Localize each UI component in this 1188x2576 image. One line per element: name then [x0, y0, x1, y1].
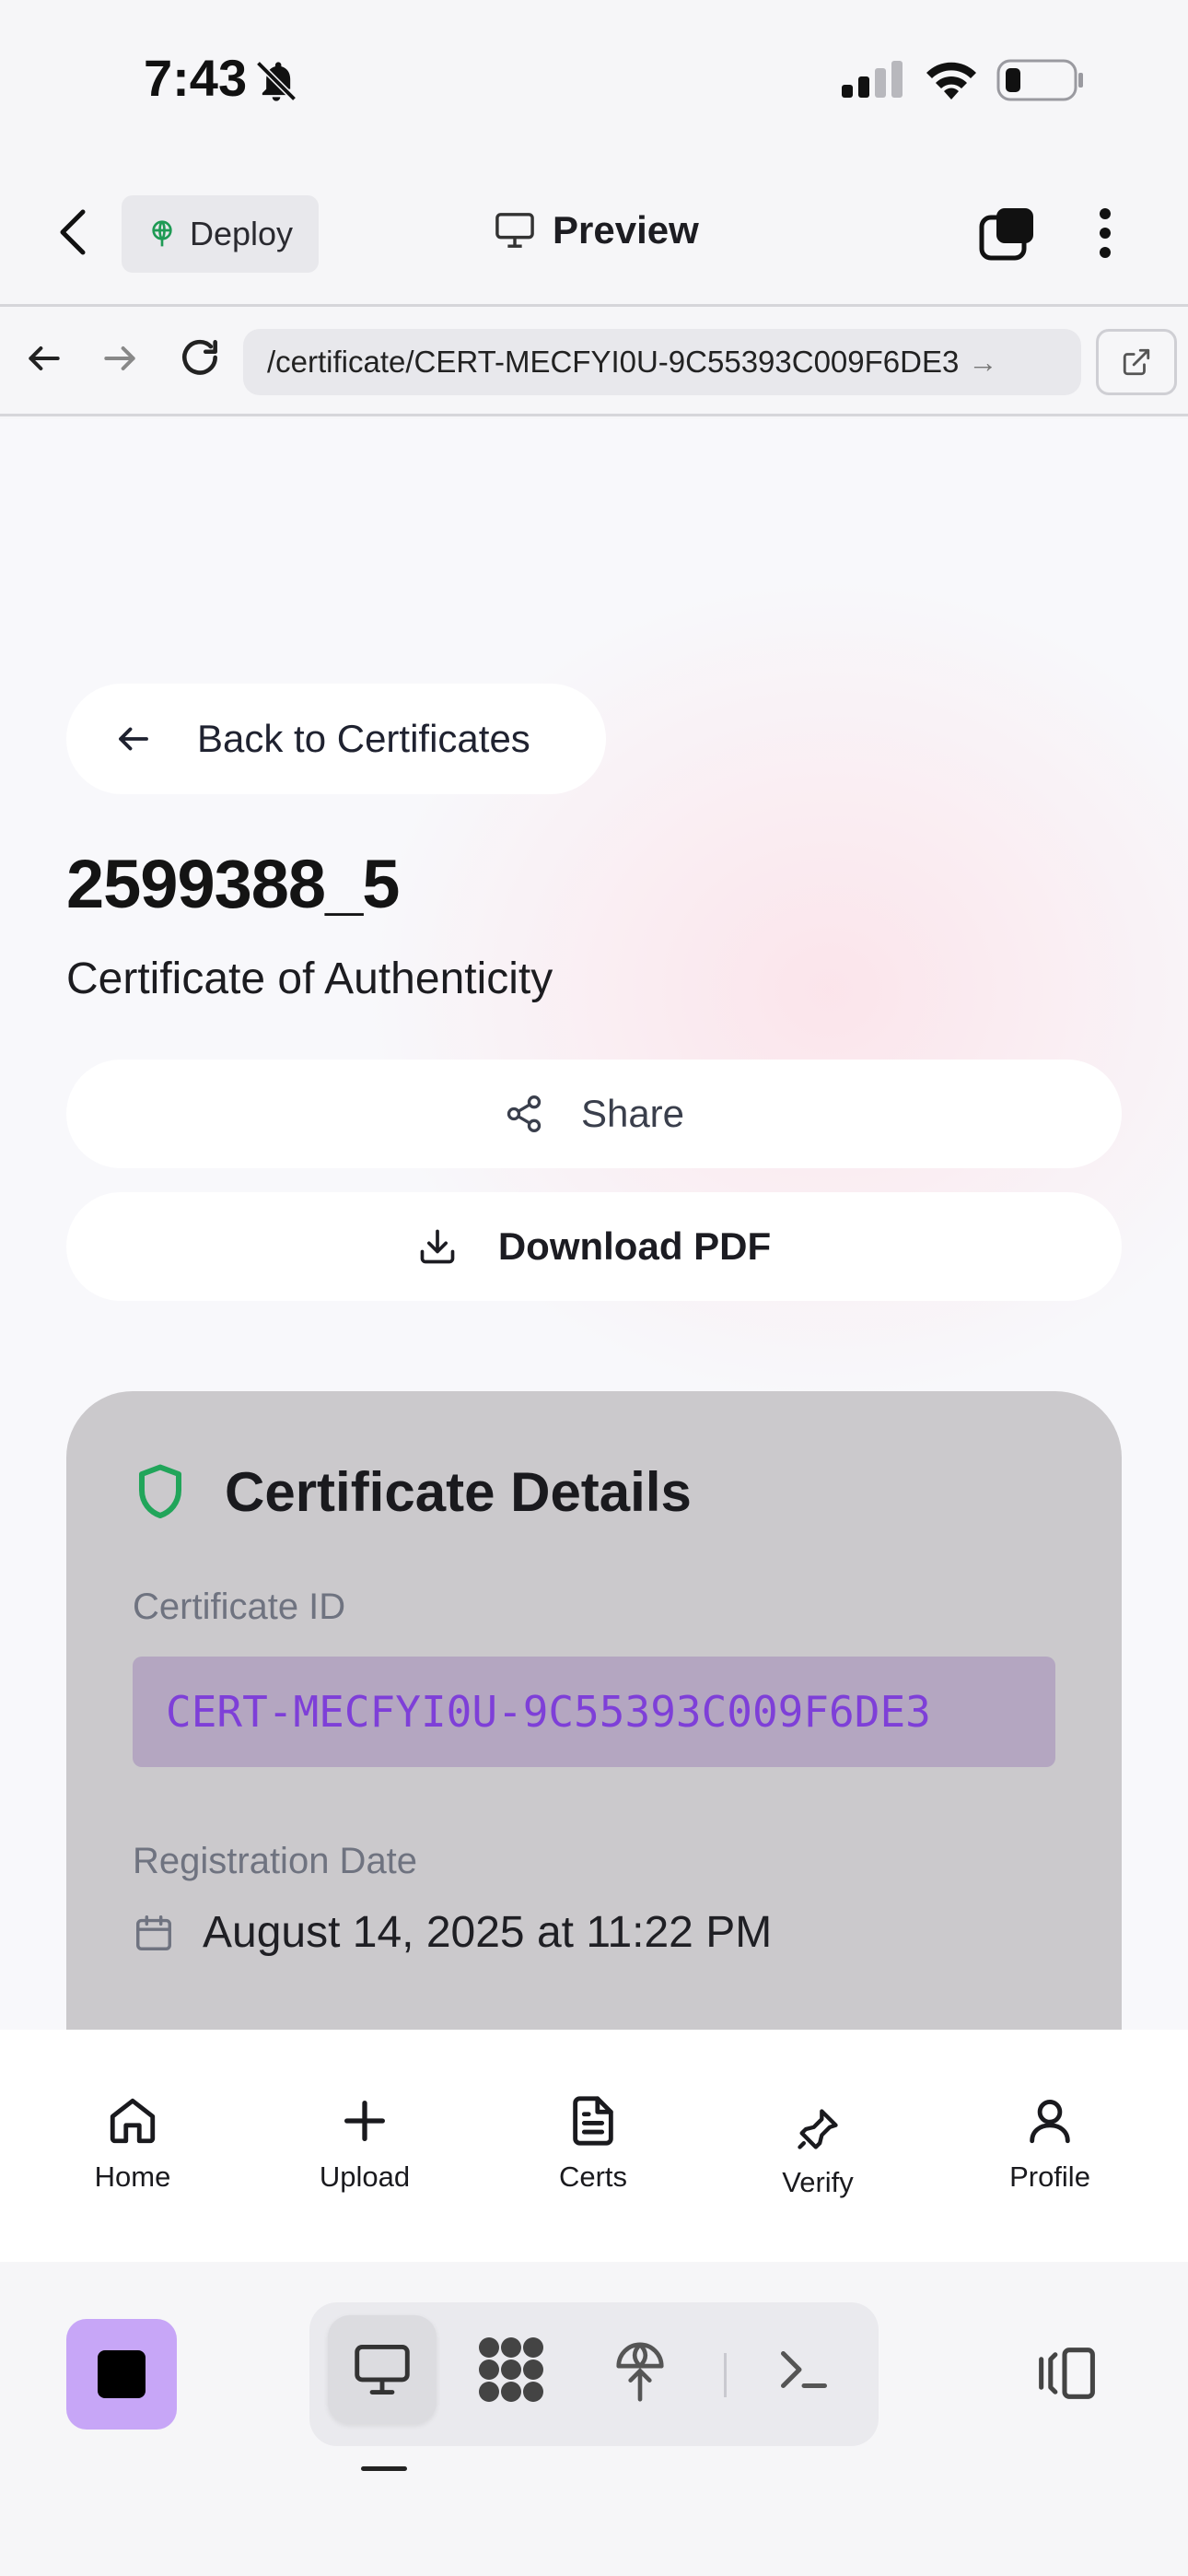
arrow-left-icon — [114, 720, 153, 758]
wifi-icon — [923, 57, 980, 100]
nav-item-verify[interactable]: Verify — [735, 2105, 901, 2199]
tabs-icon[interactable] — [978, 206, 1037, 262]
page-title: 2599388_5 — [66, 846, 400, 922]
dev-toolbar — [0, 2262, 1188, 2576]
certificate-details-card: Certificate Details Certificate ID CERT-… — [66, 1391, 1122, 2032]
certificate-id-label: Certificate ID — [133, 1587, 346, 1627]
certificate-id-value[interactable]: CERT-MECFYI0U-9C55393C009F6DE3 — [133, 1657, 1055, 1767]
url-text: /certificate/CERT-MECFYI0U-9C55393C009F6… — [267, 345, 960, 379]
bottom-navigation: Home Upload Certs Verify Profile — [0, 2030, 1188, 2262]
bell-slash-icon — [252, 57, 300, 105]
details-heading-text: Certificate Details — [225, 1461, 692, 1523]
calendar-icon — [133, 1912, 175, 1954]
back-chevron-icon[interactable] — [57, 208, 88, 256]
registration-date-label: Registration Date — [133, 1841, 418, 1881]
nav-label-home: Home — [94, 2160, 171, 2193]
stamp-icon — [794, 2105, 842, 2153]
nav-label-profile: Profile — [1009, 2160, 1090, 2193]
nav-item-profile[interactable]: Profile — [967, 2094, 1133, 2194]
monitor-icon — [494, 211, 536, 250]
file-text-icon — [566, 2094, 620, 2148]
apps-grid-icon[interactable] — [457, 2315, 565, 2424]
nav-label-upload: Upload — [319, 2160, 411, 2193]
plus-icon — [338, 2094, 391, 2148]
status-bar: 7:43 — [0, 0, 1188, 157]
download-label: Download PDF — [497, 1224, 772, 1268]
cellular-signal-icon — [842, 61, 903, 98]
registration-date-value: August 14, 2025 at 11:22 PM — [203, 1908, 773, 1957]
battery-icon — [996, 59, 1085, 101]
page-subtitle: Certificate of Authenticity — [66, 954, 553, 1003]
stop-icon — [98, 2350, 146, 2398]
mode-separator — [724, 2353, 727, 2397]
url-input[interactable]: /certificate/CERT-MECFYI0U-9C55393C009F6… — [243, 329, 1081, 395]
app-top-bar: Deploy Preview — [0, 157, 1188, 304]
deploy-globe-icon — [147, 219, 177, 249]
nav-item-home[interactable]: Home — [50, 2094, 215, 2194]
stop-button[interactable] — [66, 2319, 177, 2430]
nav-item-certs[interactable]: Certs — [510, 2094, 676, 2194]
deploy-button[interactable]: Deploy — [122, 195, 319, 273]
status-time: 7:43 — [144, 49, 248, 107]
download-icon — [417, 1226, 458, 1267]
arrow-left-icon[interactable] — [24, 338, 64, 379]
nav-item-upload[interactable]: Upload — [282, 2094, 448, 2194]
nav-label-certs: Certs — [558, 2160, 628, 2193]
desktop-preview-icon[interactable] — [328, 2315, 437, 2424]
home-icon — [106, 2094, 159, 2148]
reload-icon[interactable] — [177, 334, 223, 381]
external-link-icon[interactable] — [1096, 329, 1177, 395]
back-to-certificates-button[interactable]: Back to Certificates — [66, 684, 606, 794]
nav-label-verify: Verify — [782, 2166, 854, 2198]
shield-icon — [133, 1462, 188, 1523]
panel-toggle-icon[interactable] — [1030, 2345, 1100, 2402]
share-icon — [504, 1092, 544, 1136]
active-mode-indicator — [361, 2466, 407, 2471]
preview-label: Preview — [553, 208, 699, 252]
details-heading: Certificate Details — [133, 1460, 692, 1524]
more-vertical-icon[interactable] — [1098, 206, 1112, 260]
terminal-icon[interactable] — [750, 2315, 858, 2424]
share-label: Share — [580, 1092, 685, 1135]
deploy-icon[interactable] — [586, 2315, 694, 2424]
arrow-right-icon[interactable] — [99, 338, 140, 379]
user-icon — [1023, 2094, 1077, 2148]
download-pdf-button[interactable]: Download PDF — [66, 1192, 1122, 1301]
browser-url-bar: /certificate/CERT-MECFYI0U-9C55393C009F6… — [0, 304, 1188, 416]
back-label: Back to Certificates — [197, 717, 530, 760]
page-content: Back to Certificates 2599388_5 Certifica… — [0, 419, 1188, 2032]
view-mode-switcher — [309, 2302, 879, 2446]
url-go-arrow[interactable]: → — [968, 345, 997, 380]
share-button[interactable]: Share — [66, 1060, 1122, 1168]
registration-date-row: August 14, 2025 at 11:22 PM — [133, 1907, 772, 1958]
deploy-label: Deploy — [190, 215, 294, 252]
preview-title: Preview — [494, 208, 699, 252]
